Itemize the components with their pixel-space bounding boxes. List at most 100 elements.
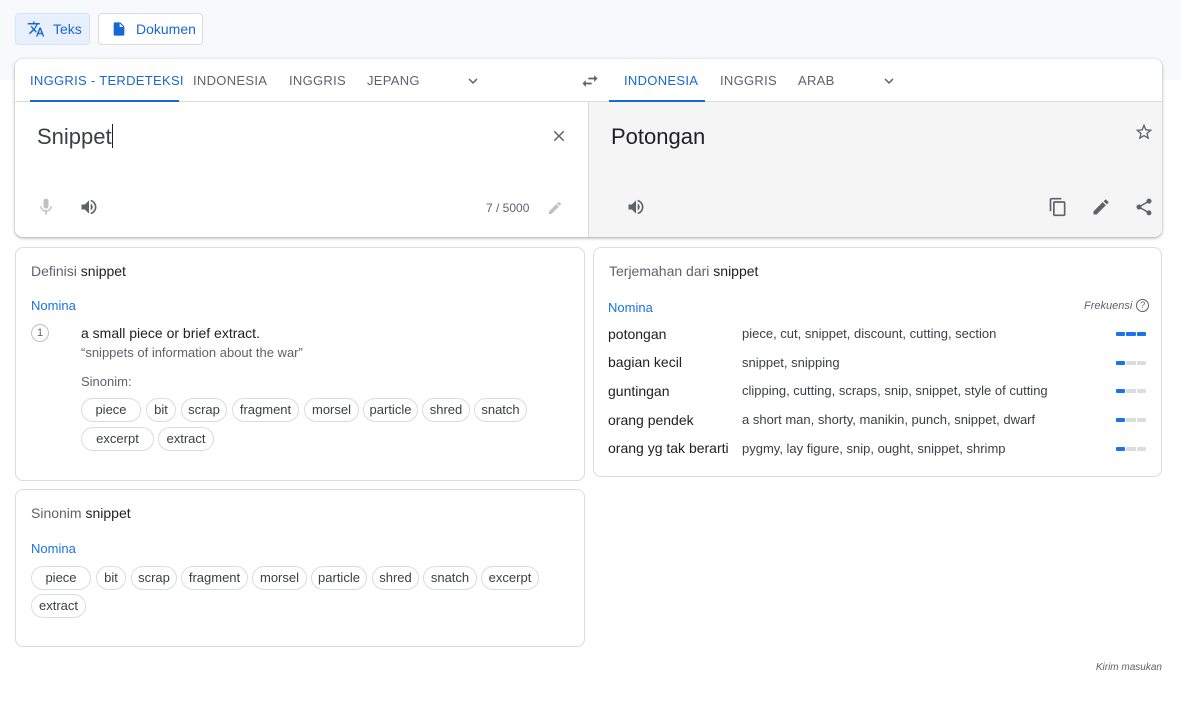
language-bar: INGGRIS - TERDETEKSI INDONESIA INGGRIS J… <box>15 59 1162 102</box>
target-speaker-icon[interactable] <box>624 195 648 219</box>
synonym-chip[interactable]: morsel <box>252 566 307 590</box>
definition-text: a small piece or brief extract. <box>81 325 260 341</box>
translation-synonyms: snippet, snipping <box>742 355 840 370</box>
def-synonym-chip[interactable]: shred <box>422 398 470 422</box>
translation-card: INGGRIS - TERDETEKSI INDONESIA INGGRIS J… <box>15 59 1162 237</box>
tab-target-english[interactable]: INGGRIS <box>720 59 777 102</box>
synonyms-card: Sinonim snippet Nomina piece bit scrap f… <box>15 489 585 647</box>
synonym-label: Sinonim: <box>81 374 132 389</box>
synonym-chip[interactable]: fragment <box>181 566 248 590</box>
source-text: Snippet <box>37 124 112 149</box>
translation-synonyms: a short man, shorty, manikin, punch, sni… <box>742 412 1036 427</box>
frequency-segment <box>1136 332 1146 336</box>
frequency-segment <box>1136 447 1146 451</box>
frequency-bar <box>1116 418 1146 422</box>
document-icon <box>110 20 128 38</box>
synonyms-title-prefix: Sinonim <box>31 505 82 521</box>
synonym-chip[interactable]: scrap <box>131 566 177 590</box>
tab-source-detected[interactable]: INGGRIS - TERDETEKSI <box>30 59 184 102</box>
frequency-segment <box>1126 389 1136 393</box>
synonym-chip[interactable]: particle <box>311 566 367 590</box>
frequency-bar <box>1116 447 1146 451</box>
target-text: Potongan <box>611 124 706 149</box>
document-mode-label: Dokumen <box>136 21 196 37</box>
translation-word[interactable]: potongan <box>608 326 666 342</box>
synonym-chip[interactable]: snatch <box>423 566 477 590</box>
tab-source-japanese[interactable]: JEPANG <box>367 59 420 102</box>
frequency-bar <box>1116 389 1146 393</box>
definition-example: “snippets of information about the war” <box>81 345 303 360</box>
frequency-segment <box>1126 447 1136 451</box>
def-synonym-chip[interactable]: scrap <box>181 398 227 422</box>
synonym-chip[interactable]: piece <box>31 566 91 590</box>
frequency-bar <box>1116 361 1146 365</box>
star-icon[interactable] <box>1132 120 1156 144</box>
copy-icon[interactable] <box>1046 195 1070 219</box>
edit-icon[interactable] <box>1089 195 1113 219</box>
translation-word[interactable]: bagian kecil <box>608 354 682 370</box>
tab-target-indonesia[interactable]: INDONESIA <box>609 59 705 102</box>
frequency-text: Frekuensi <box>1084 299 1133 312</box>
share-icon[interactable] <box>1132 195 1156 219</box>
help-icon[interactable]: ? <box>1136 299 1150 312</box>
frequency-segment <box>1136 389 1146 393</box>
translate-icon <box>27 20 45 38</box>
frequency-segment <box>1126 332 1136 336</box>
def-synonym-chip[interactable]: bit <box>146 398 176 422</box>
synonyms-word: snippet <box>85 505 131 521</box>
translations-card: Terjemahan dari snippet Nomina Frekuensi… <box>593 247 1162 477</box>
frequency-segment <box>1136 418 1146 422</box>
def-synonym-chip[interactable]: piece <box>81 398 141 422</box>
swap-languages-icon[interactable] <box>580 71 600 91</box>
frequency-segment <box>1116 447 1126 451</box>
tab-source-indonesia[interactable]: INDONESIA <box>193 59 267 102</box>
char-counter: 7 / 5000 <box>486 201 530 215</box>
frequency-segment <box>1116 418 1126 422</box>
def-synonym-chip[interactable]: particle <box>363 398 418 422</box>
synonyms-title: Sinonim snippet <box>31 505 131 521</box>
source-pane: Snippet 7 / 5000 <box>15 102 588 237</box>
frequency-label: Frekuensi? <box>1084 299 1150 312</box>
target-more-languages-chevron-down-icon[interactable] <box>880 72 898 90</box>
frequency-bar <box>1116 332 1146 336</box>
source-text-input[interactable]: Snippet <box>37 124 113 150</box>
tab-target-arabic[interactable]: ARAB <box>798 59 835 102</box>
translation-synonyms: clipping, cutting, scraps, snip, snippet… <box>742 383 1048 398</box>
translations-pos: Nomina <box>608 300 653 315</box>
translation-word[interactable]: orang yg tak berarti <box>608 440 729 456</box>
translation-synonyms: pygmy, lay figure, snip, ought, snippet,… <box>742 441 1006 456</box>
tab-source-english[interactable]: INGGRIS <box>289 59 346 102</box>
synonym-chip[interactable]: shred <box>372 566 419 590</box>
translations-title: Terjemahan dari snippet <box>609 263 758 279</box>
synonym-chip[interactable]: extract <box>31 594 86 618</box>
text-mode-button[interactable]: Teks <box>15 13 90 45</box>
frequency-segment <box>1116 389 1126 393</box>
synonym-chip[interactable]: bit <box>96 566 126 590</box>
definition-word: snippet <box>80 263 126 279</box>
def-synonym-chip[interactable]: snatch <box>474 398 527 422</box>
definition-title-prefix: Definisi <box>31 263 77 279</box>
document-mode-button[interactable]: Dokumen <box>98 13 203 45</box>
def-synonym-chip[interactable]: excerpt <box>81 427 154 451</box>
clear-source-close-icon[interactable] <box>547 124 571 148</box>
translation-word[interactable]: orang pendek <box>608 412 694 428</box>
text-caret <box>111 124 113 148</box>
target-pane: Potongan <box>588 102 1162 237</box>
frequency-segment <box>1116 361 1126 365</box>
definition-pos: Nomina <box>31 298 76 313</box>
mic-icon[interactable] <box>34 195 58 219</box>
text-mode-label: Teks <box>53 21 82 37</box>
definition-card: Definisi snippet Nomina 1 a small piece … <box>15 247 585 481</box>
source-speaker-icon[interactable] <box>77 195 101 219</box>
synonym-chip[interactable]: excerpt <box>481 566 539 590</box>
def-synonym-chip[interactable]: extract <box>158 427 214 451</box>
source-pencil-icon[interactable] <box>543 196 567 220</box>
translations-word: snippet <box>713 263 759 279</box>
translation-synonyms: piece, cut, snippet, discount, cutting, … <box>742 326 997 341</box>
translation-word[interactable]: guntingan <box>608 383 670 399</box>
definition-number: 1 <box>31 324 49 342</box>
source-more-languages-chevron-down-icon[interactable] <box>464 72 482 90</box>
def-synonym-chip[interactable]: morsel <box>304 398 359 422</box>
send-feedback-link[interactable]: Kirim masukan <box>1096 662 1162 673</box>
def-synonym-chip[interactable]: fragment <box>232 398 299 422</box>
